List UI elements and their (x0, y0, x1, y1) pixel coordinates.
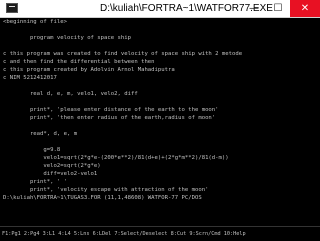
code-line[interactable]: c this program was created to find veloc… (3, 50, 242, 58)
code-line[interactable]: real d, e, m, velo1, velo2, diff (3, 90, 138, 98)
code-line[interactable]: print*, 'velocity escape with attraction… (3, 186, 209, 194)
window-title: D:\kuliah\FORTRA~1\WATFOR77.EXE (100, 3, 273, 14)
code-line[interactable]: c NIM 5212412017 (3, 74, 57, 82)
code-line[interactable]: c and then find the differential between… (3, 58, 155, 66)
dos-window: D:\kuliah\FORTRA~1\WATFOR77.EXE — ☐ ✕ <b… (0, 0, 320, 241)
code-line[interactable]: velo1=sqrt(2*g*e-(200*e**2)/81(d+e)+(2*g… (3, 154, 228, 162)
code-line[interactable]: c this program created by Adolvin Arnol … (3, 66, 175, 74)
maximize-button[interactable]: ☐ (266, 0, 290, 17)
code-line[interactable]: print*, 'please enter distance of the ea… (3, 106, 219, 114)
code-line[interactable]: print*, 'then enter radius of the earth,… (3, 114, 215, 122)
code-line[interactable]: print*, ' ' (3, 178, 67, 186)
editor-text-area[interactable]: <beginning of file> program velocity of … (0, 18, 320, 225)
code-line[interactable]: <beginning of file> (3, 18, 67, 26)
minimize-button[interactable]: — (242, 0, 266, 17)
code-line[interactable]: g=9.8 (3, 146, 60, 154)
title-bar[interactable]: D:\kuliah\FORTRA~1\WATFOR77.EXE — ☐ ✕ (0, 0, 320, 18)
console-app-icon[interactable] (6, 3, 18, 13)
code-line[interactable]: diff=velo2-velo1 (3, 170, 97, 178)
file-status-line: D:\kuliah\FORTRA~1\TUGAS3.FOR (11,1,4860… (3, 195, 202, 201)
close-button[interactable]: ✕ (290, 0, 320, 17)
function-key-bar: F1:Pg1 2:Pg4 3:L1 4:L4 5:Lns 6:LDel 7:Se… (0, 226, 320, 241)
code-line[interactable]: read*, d, e, m (3, 130, 77, 138)
function-key-legend: F1:Pg1 2:Pg4 3:L1 4:L4 5:Lns 6:LDel 7:Se… (2, 231, 246, 237)
code-line[interactable]: program velocity of space ship (3, 34, 131, 42)
code-line[interactable]: velo2=sqrt(2*g*e) (3, 162, 100, 170)
